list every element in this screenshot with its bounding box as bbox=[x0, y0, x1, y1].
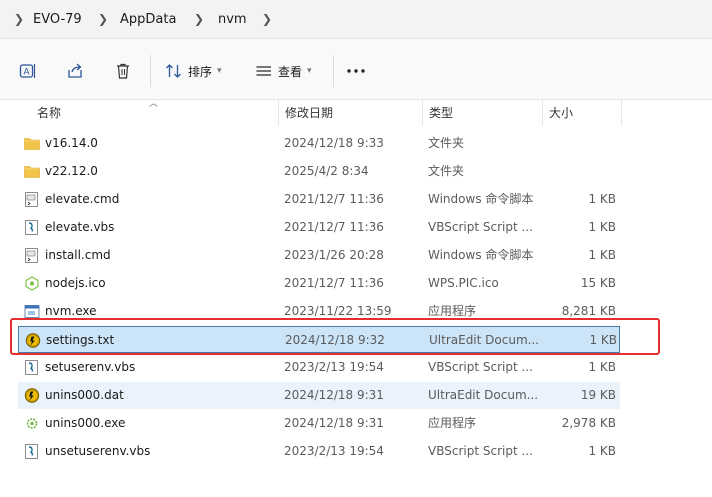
file-name: install.cmd bbox=[45, 248, 111, 262]
file-row[interactable]: install.cmd 2023/1/26 20:28 Windows 命令脚本 1 … bbox=[18, 242, 620, 269]
vbs-file-icon bbox=[24, 220, 40, 235]
file-row[interactable]: unins000.exe 2024/12/18 9:31 应用程序 2,978 KB bbox=[18, 410, 620, 437]
file-modified: 2021/12/7 11:36 bbox=[284, 192, 384, 206]
file-name: v22.12.0 bbox=[45, 164, 98, 178]
file-type: VBScript Script ... bbox=[428, 360, 533, 374]
chevron-right-icon: ❯ bbox=[98, 12, 109, 26]
file-row[interactable]: elevate.vbs 2021/12/7 11:36 VBScript Scrip… bbox=[18, 214, 620, 241]
column-divider[interactable] bbox=[278, 100, 279, 126]
file-row[interactable]: elevate.cmd 2021/12/7 11:36 Windows 命令脚本 1 … bbox=[18, 186, 620, 213]
file-modified: 2023/1/26 20:28 bbox=[284, 248, 384, 262]
share-icon[interactable] bbox=[65, 61, 85, 81]
file-row[interactable]: v16.14.0 2024/12/18 9:33 文件夹 bbox=[18, 130, 620, 157]
cmd-file-icon bbox=[24, 192, 40, 207]
file-modified: 2023/2/13 19:54 bbox=[284, 444, 384, 458]
file-type: 文件夹 bbox=[428, 164, 465, 178]
file-size: 1 KB bbox=[588, 360, 616, 374]
ultraedit-file-icon bbox=[24, 388, 40, 403]
folder-icon bbox=[24, 164, 40, 179]
file-modified: 2021/12/7 11:36 bbox=[284, 276, 384, 290]
file-row[interactable]: nodejs.ico 2021/12/7 11:36 WPS.PIC.ico 15 K… bbox=[18, 270, 620, 297]
svg-text:A: A bbox=[24, 68, 31, 78]
file-size: 15 KB bbox=[580, 276, 616, 290]
file-modified: 2024/12/18 9:33 bbox=[284, 136, 384, 150]
column-divider[interactable] bbox=[621, 100, 622, 126]
chevron-right-icon: ❯ bbox=[14, 12, 25, 26]
file-name: unins000.dat bbox=[45, 388, 124, 402]
file-modified: 2024/12/18 9:31 bbox=[284, 416, 384, 430]
file-modified: 2021/12/7 11:36 bbox=[284, 220, 384, 234]
more-options-icon[interactable] bbox=[346, 61, 366, 81]
file-size bbox=[540, 158, 616, 185]
column-header-row: 名称 修改日期 类型 大小 bbox=[0, 100, 712, 126]
file-type: 文件夹 bbox=[428, 136, 465, 150]
breadcrumb-item-nvm[interactable]: nvm bbox=[218, 12, 247, 27]
column-divider[interactable] bbox=[542, 100, 543, 126]
column-header-name[interactable]: 名称 bbox=[37, 100, 61, 126]
file-type: VBScript Script ... bbox=[428, 444, 533, 458]
file-size: 1 KB bbox=[588, 444, 616, 458]
file-modified: 2025/4/2 8:34 bbox=[284, 164, 369, 178]
file-size: 1 KB bbox=[588, 192, 616, 206]
file-name: unsetuserenv.vbs bbox=[45, 444, 151, 458]
chevron-down-icon: ▾ bbox=[217, 66, 222, 76]
file-size: 1 KB bbox=[588, 248, 616, 262]
column-divider[interactable] bbox=[422, 100, 423, 126]
chevron-right-icon: ❯ bbox=[194, 12, 205, 26]
view-list-icon bbox=[256, 66, 271, 76]
file-row[interactable]: v22.12.0 2025/4/2 8:34 文件夹 bbox=[18, 158, 620, 185]
file-modified: 2023/2/13 19:54 bbox=[284, 360, 384, 374]
file-name: setuserenv.vbs bbox=[45, 360, 136, 374]
chevron-right-icon: ❯ bbox=[262, 12, 273, 26]
breadcrumb: ❯ EVO-79 ❯ AppData ❯ nvm ❯ bbox=[0, 0, 712, 38]
file-row[interactable]: unins000.dat 2024/12/18 9:31 UltraEdit Doc… bbox=[18, 382, 620, 409]
file-type: VBScript Script ... bbox=[428, 220, 533, 234]
vbs-file-icon bbox=[24, 444, 40, 459]
file-type: UltraEdit Docum... bbox=[428, 388, 539, 402]
file-size: 19 KB bbox=[580, 388, 616, 402]
file-name: nodejs.ico bbox=[45, 276, 106, 290]
sort-label: 排序 bbox=[188, 64, 213, 79]
file-name: elevate.vbs bbox=[45, 220, 115, 234]
breadcrumb-item-evo79[interactable]: EVO-79 bbox=[33, 12, 82, 27]
exe-file-icon bbox=[24, 304, 40, 319]
column-header-type[interactable]: 类型 bbox=[429, 100, 453, 126]
highlight-annotation bbox=[10, 318, 660, 355]
folder-icon bbox=[24, 136, 40, 151]
file-type: WPS.PIC.ico bbox=[428, 276, 499, 290]
file-name: elevate.cmd bbox=[45, 192, 120, 206]
file-name: unins000.exe bbox=[45, 416, 126, 430]
file-size: 2,978 KB bbox=[561, 416, 616, 430]
view-label: 查看 bbox=[278, 64, 303, 79]
file-type: Windows 命令脚本 bbox=[428, 192, 534, 206]
file-row[interactable]: setuserenv.vbs 2023/2/13 19:54 VBScript Sc… bbox=[18, 354, 620, 381]
sort-button[interactable]: 排序 ▾ bbox=[165, 60, 222, 82]
rename-icon[interactable]: A bbox=[18, 61, 38, 81]
file-size bbox=[540, 130, 616, 157]
file-size: 1 KB bbox=[588, 220, 616, 234]
vbs-file-icon bbox=[24, 360, 40, 375]
view-button[interactable]: 查看 ▾ bbox=[255, 60, 312, 82]
column-header-size[interactable]: 大小 bbox=[549, 100, 573, 126]
exe-gear-icon bbox=[24, 416, 40, 431]
toolbar-divider bbox=[333, 55, 334, 87]
command-bar: A 排序 ▾ 查看 ▾ bbox=[0, 38, 712, 100]
toolbar-divider bbox=[150, 55, 151, 87]
file-modified: 2024/12/18 9:31 bbox=[284, 388, 384, 402]
file-name: v16.14.0 bbox=[45, 136, 98, 150]
file-type: 应用程序 bbox=[428, 416, 477, 430]
sort-icon bbox=[166, 64, 181, 78]
breadcrumb-item-appdata[interactable]: AppData bbox=[120, 12, 176, 27]
column-header-modified[interactable]: 修改日期 bbox=[285, 100, 333, 126]
cmd-file-icon bbox=[24, 248, 40, 263]
file-row[interactable]: unsetuserenv.vbs 2023/2/13 19:54 VBScript … bbox=[18, 438, 620, 465]
file-type: Windows 命令脚本 bbox=[428, 248, 534, 262]
delete-icon[interactable] bbox=[113, 61, 133, 81]
nodejs-ico-icon bbox=[24, 276, 40, 291]
chevron-down-icon: ▾ bbox=[307, 66, 312, 76]
